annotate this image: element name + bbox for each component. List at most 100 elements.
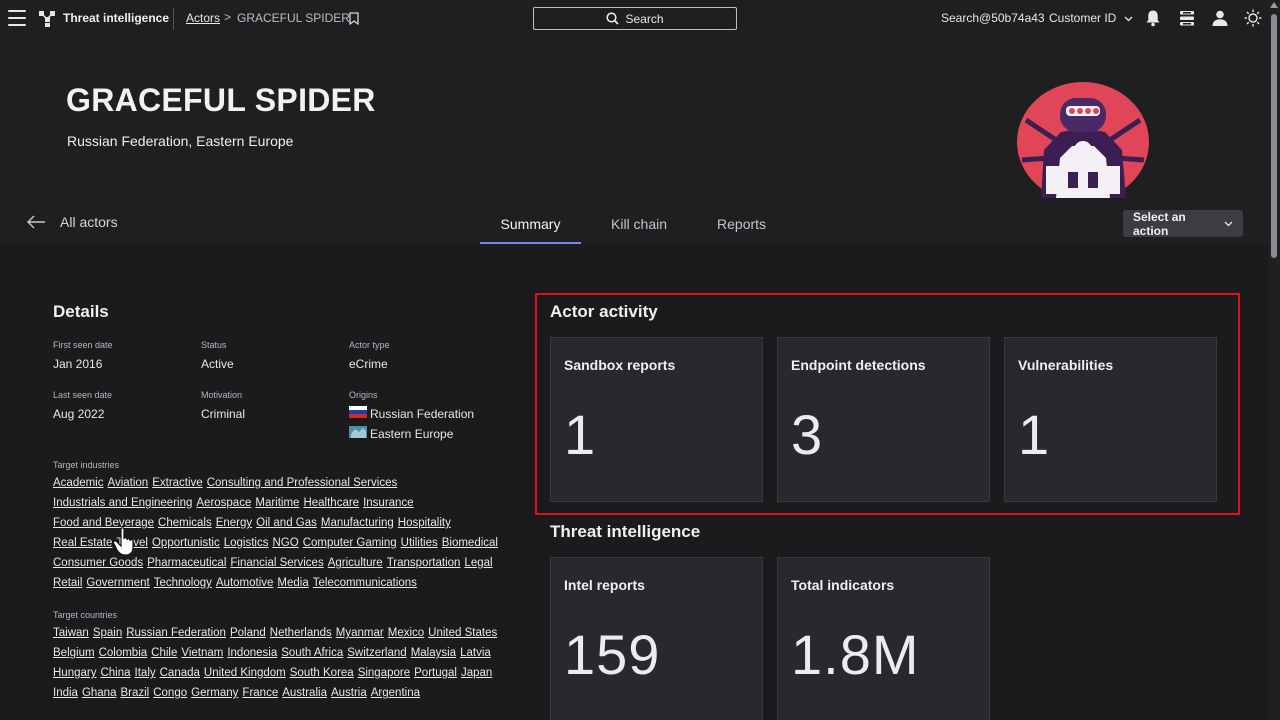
industry-link[interactable]: Hospitality — [398, 517, 451, 529]
industry-link[interactable]: Automotive — [216, 577, 274, 589]
country-link[interactable]: Taiwan — [53, 627, 89, 639]
origin-russian-federation: Russian Federation — [370, 407, 475, 421]
country-link[interactable]: Chile — [151, 647, 177, 659]
vulnerabilities-card[interactable]: Vulnerabilities 1 — [1004, 337, 1217, 502]
country-link[interactable]: United States — [428, 627, 497, 639]
country-link[interactable]: Congo — [153, 687, 187, 699]
country-link[interactable]: China — [100, 667, 130, 679]
user-account[interactable]: Search@50b74a43 — [941, 11, 1045, 25]
breadcrumb-actors[interactable]: Actors — [186, 11, 220, 25]
country-link[interactable]: Netherlands — [270, 627, 332, 639]
industry-link[interactable]: Technology — [154, 577, 212, 589]
industry-link[interactable]: Consulting and Professional Services — [207, 477, 398, 489]
country-link[interactable]: Spain — [93, 627, 122, 639]
industry-link[interactable]: Computer Gaming — [303, 537, 397, 549]
industry-link[interactable]: Agriculture — [328, 557, 383, 569]
country-link[interactable]: Italy — [135, 667, 156, 679]
industry-link[interactable]: Legal — [464, 557, 492, 569]
country-link[interactable]: Austria — [331, 687, 367, 699]
industry-link[interactable]: Retail — [53, 577, 82, 589]
scroll-up-arrow[interactable] — [1270, 2, 1278, 8]
card-title: Total indicators — [791, 577, 895, 593]
country-link[interactable]: Japan — [461, 667, 492, 679]
country-link[interactable]: Vietnam — [181, 647, 223, 659]
country-link[interactable]: United Kingdom — [204, 667, 286, 679]
industry-link[interactable]: Utilities — [401, 537, 438, 549]
endpoint-detections-card[interactable]: Endpoint detections 3 — [777, 337, 990, 502]
country-link[interactable]: Indonesia — [227, 647, 277, 659]
industry-link[interactable]: Chemicals — [158, 517, 212, 529]
country-link[interactable]: Colombia — [99, 647, 148, 659]
country-link[interactable]: Canada — [160, 667, 200, 679]
industry-link[interactable]: Academic — [53, 477, 104, 489]
menu-icon[interactable] — [8, 10, 26, 26]
scrollbar-thumb[interactable] — [1271, 14, 1277, 258]
country-link[interactable]: Switzerland — [347, 647, 406, 659]
search-button[interactable]: Search — [533, 7, 737, 30]
bell-icon[interactable] — [1144, 9, 1162, 27]
country-link[interactable]: Belgium — [53, 647, 95, 659]
tab-bar: Summary Kill chain Reports — [480, 204, 786, 245]
industry-link[interactable]: Financial Services — [230, 557, 323, 569]
industry-link[interactable]: Pharmaceutical — [147, 557, 226, 569]
country-link[interactable]: Malaysia — [411, 647, 456, 659]
country-link[interactable]: Latvia — [460, 647, 491, 659]
country-link[interactable]: South Korea — [290, 667, 354, 679]
customer-id-dropdown[interactable]: Customer ID — [1049, 11, 1133, 25]
industry-link[interactable]: Aviation — [108, 477, 149, 489]
country-link[interactable]: Mexico — [388, 627, 424, 639]
industry-link[interactable]: Aerospace — [196, 497, 251, 509]
country-link[interactable]: Australia — [282, 687, 327, 699]
bookmark-icon[interactable] — [349, 12, 359, 25]
industry-link[interactable]: Transportation — [387, 557, 461, 569]
country-link[interactable]: Poland — [230, 627, 266, 639]
country-link[interactable]: Ghana — [82, 687, 117, 699]
industry-link[interactable]: Insurance — [363, 497, 414, 509]
breadcrumb-separator: > — [224, 10, 232, 24]
industry-link[interactable]: Extractive — [152, 477, 203, 489]
search-icon — [606, 12, 620, 25]
industry-link[interactable]: Biomedical — [442, 537, 498, 549]
all-actors-link[interactable]: All actors — [26, 214, 118, 230]
tab-summary[interactable]: Summary — [480, 204, 581, 245]
industry-link[interactable]: Energy — [216, 517, 252, 529]
industry-link[interactable]: Industrials and Engineering — [53, 497, 192, 509]
industry-link[interactable]: Opportunistic — [152, 537, 220, 549]
country-link[interactable]: Germany — [191, 687, 238, 699]
industry-link[interactable]: Food and Beverage — [53, 517, 154, 529]
country-link[interactable]: Singapore — [358, 667, 410, 679]
intel-reports-card[interactable]: Intel reports 159 — [550, 557, 763, 720]
sandbox-reports-card[interactable]: Sandbox reports 1 — [550, 337, 763, 502]
industry-link[interactable]: Logistics — [224, 537, 269, 549]
country-link[interactable]: Myanmar — [336, 627, 384, 639]
industry-link[interactable]: Oil and Gas — [256, 517, 317, 529]
industry-link[interactable]: Real Estate — [53, 537, 112, 549]
sun-icon[interactable] — [1244, 9, 1262, 27]
country-link[interactable]: Hungary — [53, 667, 96, 679]
user-icon[interactable] — [1211, 9, 1229, 27]
country-link[interactable]: Brazil — [120, 687, 149, 699]
apps-icon[interactable] — [1178, 9, 1196, 27]
industry-link[interactable]: Media — [277, 577, 308, 589]
total-indicators-card[interactable]: Total indicators 1.8M — [777, 557, 990, 720]
industry-link[interactable]: Maritime — [255, 497, 299, 509]
country-link[interactable]: France — [242, 687, 278, 699]
tab-reports[interactable]: Reports — [687, 204, 786, 244]
industry-link[interactable]: Manufacturing — [321, 517, 394, 529]
app-title[interactable]: Threat intelligence — [63, 11, 169, 25]
tab-kill-chain[interactable]: Kill chain — [581, 204, 687, 244]
industry-link[interactable]: Consumer Goods — [53, 557, 143, 569]
origin-eastern-europe: Eastern Europe — [370, 427, 454, 441]
industry-link[interactable]: NGO — [273, 537, 299, 549]
industry-link[interactable]: Telecommunications — [313, 577, 417, 589]
select-action-button[interactable]: Select an action — [1123, 210, 1243, 238]
target-industries-label: Target industries — [53, 460, 120, 470]
country-link[interactable]: Russian Federation — [126, 627, 226, 639]
logo-icon[interactable] — [38, 10, 56, 28]
country-link[interactable]: South Africa — [281, 647, 343, 659]
country-link[interactable]: Portugal — [414, 667, 457, 679]
industry-link[interactable]: Government — [86, 577, 149, 589]
country-link[interactable]: India — [53, 687, 78, 699]
industry-link[interactable]: Healthcare — [303, 497, 359, 509]
country-link[interactable]: Argentina — [371, 687, 420, 699]
